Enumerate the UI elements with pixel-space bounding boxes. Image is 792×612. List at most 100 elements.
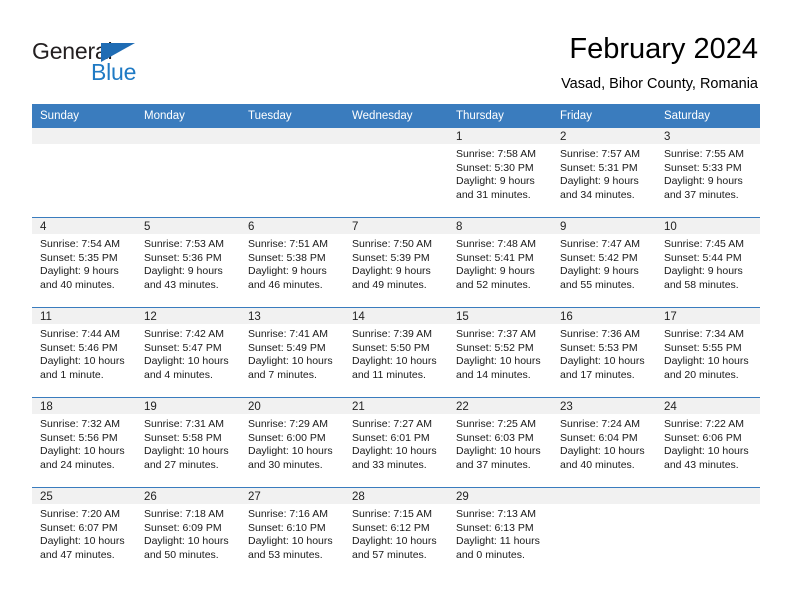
sunset-text: Sunset: 6:04 PM xyxy=(560,431,638,444)
calendar-day-cell[interactable]: 28 Sunrise: 7:15 AM Sunset: 6:12 PM Dayl… xyxy=(344,487,448,577)
sunset-text: Sunset: 5:33 PM xyxy=(664,161,742,174)
daylight-text-line1: Daylight: 9 hours xyxy=(352,265,431,278)
day-number: 19 xyxy=(136,398,240,414)
daylight-text-line1: Daylight: 9 hours xyxy=(664,175,743,188)
sunrise-text: Sunrise: 7:18 AM xyxy=(144,508,224,520)
day-details xyxy=(136,144,240,148)
sunset-text: Sunset: 5:47 PM xyxy=(144,341,222,354)
daylight-text-line1: Daylight: 10 hours xyxy=(40,355,125,368)
daylight-text-line1: Daylight: 9 hours xyxy=(664,265,743,278)
day-details: Sunrise: 7:18 AM Sunset: 6:09 PM Dayligh… xyxy=(136,504,240,562)
calendar-day-cell[interactable]: 16 Sunrise: 7:36 AM Sunset: 5:53 PM Dayl… xyxy=(552,307,656,398)
calendar-day-cell[interactable]: 9 Sunrise: 7:47 AM Sunset: 5:42 PM Dayli… xyxy=(552,217,656,308)
calendar-day-cell[interactable]: 21 Sunrise: 7:27 AM Sunset: 6:01 PM Dayl… xyxy=(344,397,448,488)
calendar-day-cell[interactable]: 20 Sunrise: 7:29 AM Sunset: 6:00 PM Dayl… xyxy=(240,397,344,488)
day-details: Sunrise: 7:58 AM Sunset: 5:30 PM Dayligh… xyxy=(448,144,552,202)
calendar-week-row: 25 Sunrise: 7:20 AM Sunset: 6:07 PM Dayl… xyxy=(32,487,760,577)
calendar-day-cell[interactable]: 4 Sunrise: 7:54 AM Sunset: 5:35 PM Dayli… xyxy=(32,217,136,308)
calendar-day-cell[interactable]: 29 Sunrise: 7:13 AM Sunset: 6:13 PM Dayl… xyxy=(448,487,552,577)
day-details: Sunrise: 7:29 AM Sunset: 6:00 PM Dayligh… xyxy=(240,414,344,472)
sunrise-text: Sunrise: 7:29 AM xyxy=(248,418,328,430)
sunrise-text: Sunrise: 7:16 AM xyxy=(248,508,328,520)
daylight-text-line1: Daylight: 10 hours xyxy=(248,445,333,458)
calendar-day-cell[interactable] xyxy=(32,128,136,218)
calendar-day-cell[interactable]: 17 Sunrise: 7:34 AM Sunset: 5:55 PM Dayl… xyxy=(656,307,760,398)
day-number: 29 xyxy=(448,488,552,504)
calendar-day-cell[interactable]: 25 Sunrise: 7:20 AM Sunset: 6:07 PM Dayl… xyxy=(32,487,136,577)
sunset-text: Sunset: 6:07 PM xyxy=(40,521,118,534)
calendar-day-cell[interactable]: 1 Sunrise: 7:58 AM Sunset: 5:30 PM Dayli… xyxy=(448,128,552,218)
day-number xyxy=(240,128,344,144)
daylight-text-line1: Daylight: 10 hours xyxy=(144,355,229,368)
calendar-day-cell[interactable]: 11 Sunrise: 7:44 AM Sunset: 5:46 PM Dayl… xyxy=(32,307,136,398)
daylight-text-line2: and 27 minutes. xyxy=(144,458,219,471)
daylight-text-line1: Daylight: 10 hours xyxy=(664,355,749,368)
calendar-day-cell[interactable] xyxy=(136,128,240,218)
daylight-text-line1: Daylight: 10 hours xyxy=(248,535,333,548)
logo-text-blue: Blue xyxy=(91,59,137,85)
calendar-day-cell[interactable]: 12 Sunrise: 7:42 AM Sunset: 5:47 PM Dayl… xyxy=(136,307,240,398)
calendar-day-cell[interactable] xyxy=(656,487,760,577)
calendar-day-cell[interactable]: 7 Sunrise: 7:50 AM Sunset: 5:39 PM Dayli… xyxy=(344,217,448,308)
daylight-text-line2: and 24 minutes. xyxy=(40,458,115,471)
calendar-week-row: 18 Sunrise: 7:32 AM Sunset: 5:56 PM Dayl… xyxy=(32,397,760,488)
daylight-text-line2: and 40 minutes. xyxy=(40,278,115,291)
calendar-day-cell[interactable]: 6 Sunrise: 7:51 AM Sunset: 5:38 PM Dayli… xyxy=(240,217,344,308)
calendar-day-cell[interactable]: 2 Sunrise: 7:57 AM Sunset: 5:31 PM Dayli… xyxy=(552,128,656,218)
weekday-header-sunday: Sunday xyxy=(32,104,136,128)
daylight-text-line1: Daylight: 10 hours xyxy=(144,445,229,458)
calendar-day-cell[interactable]: 26 Sunrise: 7:18 AM Sunset: 6:09 PM Dayl… xyxy=(136,487,240,577)
calendar-day-cell[interactable]: 24 Sunrise: 7:22 AM Sunset: 6:06 PM Dayl… xyxy=(656,397,760,488)
day-number: 23 xyxy=(552,398,656,414)
sunrise-text: Sunrise: 7:13 AM xyxy=(456,508,536,520)
calendar-day-cell[interactable]: 15 Sunrise: 7:37 AM Sunset: 5:52 PM Dayl… xyxy=(448,307,552,398)
daylight-text-line2: and 34 minutes. xyxy=(560,188,635,201)
calendar-day-cell[interactable] xyxy=(240,128,344,218)
daylight-text-line2: and 55 minutes. xyxy=(560,278,635,291)
calendar-day-cell[interactable]: 8 Sunrise: 7:48 AM Sunset: 5:41 PM Dayli… xyxy=(448,217,552,308)
daylight-text-line2: and 30 minutes. xyxy=(248,458,323,471)
sunset-text: Sunset: 6:03 PM xyxy=(456,431,534,444)
calendar-day-cell[interactable]: 23 Sunrise: 7:24 AM Sunset: 6:04 PM Dayl… xyxy=(552,397,656,488)
calendar-day-cell[interactable] xyxy=(552,487,656,577)
sunrise-text: Sunrise: 7:27 AM xyxy=(352,418,432,430)
daylight-text-line1: Daylight: 10 hours xyxy=(560,445,645,458)
day-details: Sunrise: 7:48 AM Sunset: 5:41 PM Dayligh… xyxy=(448,234,552,292)
sunset-text: Sunset: 5:58 PM xyxy=(144,431,222,444)
sunrise-text: Sunrise: 7:48 AM xyxy=(456,238,536,250)
calendar-week-row: 11 Sunrise: 7:44 AM Sunset: 5:46 PM Dayl… xyxy=(32,307,760,398)
day-number xyxy=(552,488,656,504)
day-number: 16 xyxy=(552,308,656,324)
daylight-text-line1: Daylight: 10 hours xyxy=(560,355,645,368)
calendar-day-cell[interactable]: 13 Sunrise: 7:41 AM Sunset: 5:49 PM Dayl… xyxy=(240,307,344,398)
calendar-day-cell[interactable]: 22 Sunrise: 7:25 AM Sunset: 6:03 PM Dayl… xyxy=(448,397,552,488)
daylight-text-line2: and 0 minutes. xyxy=(456,548,525,561)
sunrise-text: Sunrise: 7:39 AM xyxy=(352,328,432,340)
calendar-day-cell[interactable]: 5 Sunrise: 7:53 AM Sunset: 5:36 PM Dayli… xyxy=(136,217,240,308)
page-header: General Blue February 2024 Vasad, Bihor … xyxy=(0,0,792,103)
calendar-day-cell[interactable]: 18 Sunrise: 7:32 AM Sunset: 5:56 PM Dayl… xyxy=(32,397,136,488)
day-number xyxy=(344,128,448,144)
calendar-day-cell[interactable]: 14 Sunrise: 7:39 AM Sunset: 5:50 PM Dayl… xyxy=(344,307,448,398)
day-details: Sunrise: 7:47 AM Sunset: 5:42 PM Dayligh… xyxy=(552,234,656,292)
calendar-day-cell[interactable]: 19 Sunrise: 7:31 AM Sunset: 5:58 PM Dayl… xyxy=(136,397,240,488)
day-number xyxy=(32,128,136,144)
weekday-header-wednesday: Wednesday xyxy=(344,104,448,128)
sunrise-text: Sunrise: 7:55 AM xyxy=(664,148,744,160)
day-number: 1 xyxy=(448,128,552,144)
day-number: 22 xyxy=(448,398,552,414)
sunrise-text: Sunrise: 7:31 AM xyxy=(144,418,224,430)
sunrise-text: Sunrise: 7:25 AM xyxy=(456,418,536,430)
day-number: 7 xyxy=(344,218,448,234)
weekday-header-monday: Monday xyxy=(136,104,240,128)
calendar-day-cell[interactable]: 27 Sunrise: 7:16 AM Sunset: 6:10 PM Dayl… xyxy=(240,487,344,577)
daylight-text-line2: and 47 minutes. xyxy=(40,548,115,561)
calendar-day-cell[interactable]: 10 Sunrise: 7:45 AM Sunset: 5:44 PM Dayl… xyxy=(656,217,760,308)
sunrise-text: Sunrise: 7:37 AM xyxy=(456,328,536,340)
calendar-body: 1 Sunrise: 7:58 AM Sunset: 5:30 PM Dayli… xyxy=(32,128,760,577)
daylight-text-line2: and 49 minutes. xyxy=(352,278,427,291)
calendar-day-cell[interactable]: 3 Sunrise: 7:55 AM Sunset: 5:33 PM Dayli… xyxy=(656,128,760,218)
calendar-day-cell[interactable] xyxy=(344,128,448,218)
day-number: 2 xyxy=(552,128,656,144)
sunrise-text: Sunrise: 7:22 AM xyxy=(664,418,744,430)
